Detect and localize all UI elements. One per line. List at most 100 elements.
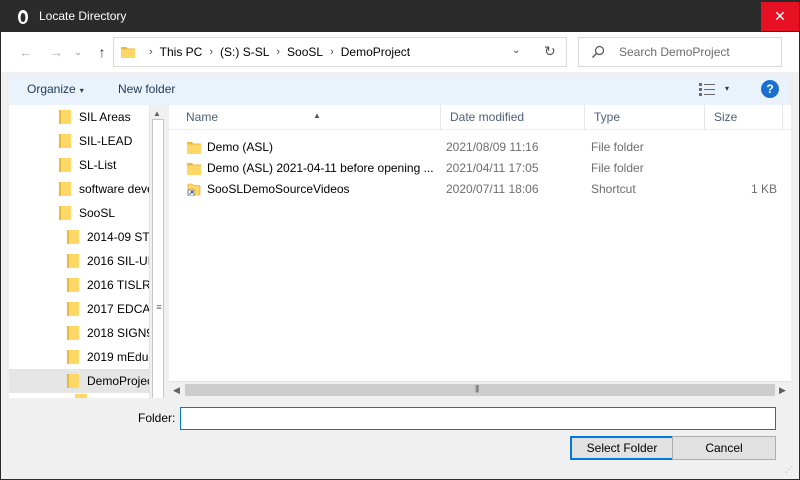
arrow-up-icon: ↑: [98, 44, 106, 60]
tree-item-demoproject[interactable]: DemoProjec: [9, 369, 153, 393]
tree-item-label: 2018 SIGN9: [87, 326, 154, 340]
recent-locations-button[interactable]: ⌄: [71, 42, 85, 62]
tree-item-2019-meduc[interactable]: 2019 mEduc: [67, 345, 154, 369]
file-row[interactable]: Demo (ASL) 2021/08/09 11:16 File folder: [169, 137, 791, 158]
tree-item-sil-lead[interactable]: SIL-LEAD: [59, 129, 149, 153]
view-options-icon[interactable]: [699, 83, 715, 96]
tree-item-label: DemoProjec: [87, 374, 154, 388]
tree-item-2016-sil-un[interactable]: 2016 SIL-UN: [67, 249, 156, 273]
app-icon: [18, 10, 28, 24]
back-button[interactable]: ←: [15, 42, 37, 62]
help-icon[interactable]: ?: [761, 80, 779, 98]
scroll-left-icon[interactable]: ◀: [173, 385, 180, 396]
command-toolbar: Organize ▾ New folder ▾ ?: [9, 75, 790, 105]
cancel-button[interactable]: Cancel: [672, 436, 776, 460]
organize-button[interactable]: Organize ▾: [27, 82, 84, 96]
address-bar[interactable]: › This PC › (S:) S-SL › SooSL › DemoProj…: [113, 37, 567, 67]
file-name: Demo (ASL) 2021-04-11 before opening ...: [207, 161, 434, 175]
arrow-right-icon: →: [49, 44, 63, 60]
tree-item-sil-areas[interactable]: SIL Areas: [59, 105, 149, 129]
scroll-right-icon[interactable]: ▶: [779, 385, 786, 396]
column-header-row: Name ▲ Date modified Type Size: [169, 105, 791, 130]
folder-input[interactable]: [180, 407, 776, 430]
new-folder-button[interactable]: New folder: [118, 82, 175, 96]
scroll-up-icon[interactable]: ▲: [153, 109, 161, 118]
tree-item-label: 2014-09 STA: [87, 230, 157, 244]
folder-icon: [59, 158, 71, 172]
column-header-name[interactable]: Name ▲: [177, 105, 441, 130]
file-type: File folder: [591, 140, 644, 154]
scrollbar-thumb[interactable]: ≡: [152, 119, 164, 398]
file-row[interactable]: SooSLDemoSourceVideos 2020/07/11 18:06 S…: [169, 179, 791, 200]
scrollbar-thumb[interactable]: [185, 384, 775, 396]
select-folder-button[interactable]: Select Folder: [570, 436, 674, 460]
breadcrumb-separator-icon: ›: [149, 46, 153, 58]
file-date: 2020/07/11 18:06: [446, 182, 539, 196]
chevron-down-icon[interactable]: ▾: [725, 84, 729, 93]
organize-label: Organize: [27, 82, 76, 96]
tree-item-software-dev[interactable]: software deve: [59, 177, 154, 201]
folder-icon: [67, 254, 79, 268]
close-icon: ✕: [774, 8, 786, 24]
folder-icon: [59, 134, 71, 148]
tree-item-2017-edcae[interactable]: 2017 EDCAE: [67, 297, 158, 321]
folder-icon: [187, 141, 201, 154]
scrollbar-grip-icon: ≡: [156, 302, 162, 312]
folder-icon: [121, 47, 135, 58]
file-row[interactable]: Demo (ASL) 2021-04-11 before opening ...…: [169, 158, 791, 179]
tree-vertical-scrollbar[interactable]: ▲ ≡: [149, 105, 165, 398]
resize-grip-icon[interactable]: ⋰: [785, 465, 797, 477]
column-header-size[interactable]: Size: [705, 105, 783, 130]
chevron-down-icon: ▾: [79, 86, 84, 95]
breadcrumb-separator-icon[interactable]: ›: [276, 46, 280, 58]
file-date: 2021/08/09 11:16: [446, 140, 539, 154]
search-box[interactable]: [578, 37, 782, 67]
navigation-pane[interactable]: SIL Areas SIL-LEAD SL-List software deve…: [9, 105, 165, 398]
file-size: 1 KB: [750, 182, 777, 196]
file-date: 2021/04/11 17:05: [446, 161, 539, 175]
file-name: SooSLDemoSourceVideos: [207, 182, 350, 196]
tree-item-label: 2019 mEduc: [87, 350, 155, 364]
title-bar: Locate Directory ✕: [1, 1, 799, 32]
locate-directory-dialog: Locate Directory ✕ ← → ⌄ ↑ › This PC › (…: [0, 0, 800, 480]
folder-label: Folder:: [138, 411, 176, 425]
tree-item-label: SIL Areas: [79, 110, 131, 124]
tree-item-label: SooSL: [79, 206, 116, 220]
folder-icon: [59, 110, 71, 124]
navigation-bar: ← → ⌄ ↑ › This PC › (S:) S-SL › SooSL ›: [1, 32, 799, 72]
window-title: Locate Directory: [39, 9, 127, 23]
file-list-horizontal-scrollbar[interactable]: ◀ ||| ▶: [169, 381, 791, 398]
breadcrumb-drive-s[interactable]: (S:) S-SL: [220, 45, 269, 59]
close-button[interactable]: ✕: [761, 2, 799, 31]
folder-icon: [67, 350, 79, 364]
tree-item-2018-sign9[interactable]: 2018 SIGN9: [67, 321, 153, 345]
search-icon: [592, 45, 605, 58]
chevron-down-icon: ⌄: [74, 46, 82, 57]
tree-item-2014-09[interactable]: 2014-09 STA: [67, 225, 157, 249]
search-input[interactable]: [619, 44, 777, 60]
breadcrumb-this-pc[interactable]: This PC: [160, 45, 203, 59]
folder-icon: [59, 206, 71, 220]
tree-item-soosl[interactable]: SooSL: [59, 201, 149, 225]
file-list-pane[interactable]: Name ▲ Date modified Type Size Demo (ASL…: [169, 105, 791, 398]
folder-icon: [67, 374, 79, 388]
breadcrumb-separator-icon[interactable]: ›: [209, 46, 213, 58]
refresh-icon[interactable]: ↻: [544, 43, 556, 60]
address-dropdown-icon[interactable]: ⌄: [512, 45, 520, 56]
file-name-cell: Demo (ASL): [187, 140, 439, 154]
folder-icon: [67, 278, 79, 292]
folder-icon: [67, 326, 79, 340]
breadcrumb: › This PC › (S:) S-SL › SooSL › DemoProj…: [142, 45, 410, 59]
tree-item-label: 2016 SIL-UN: [87, 254, 157, 268]
folder-icon: [67, 230, 79, 244]
column-header-type[interactable]: Type: [585, 105, 705, 130]
breadcrumb-separator-icon[interactable]: ›: [330, 46, 334, 58]
up-button[interactable]: ↑: [91, 42, 113, 62]
breadcrumb-demoproject[interactable]: DemoProject: [341, 45, 410, 59]
tree-item-label: SIL-LEAD: [79, 134, 133, 148]
tree-item-sl-list[interactable]: SL-List: [59, 153, 149, 177]
tree-item-2016-tislr[interactable]: 2016 TISLR p: [67, 273, 161, 297]
breadcrumb-soosl[interactable]: SooSL: [287, 45, 323, 59]
forward-button[interactable]: →: [45, 42, 67, 62]
column-header-date-modified[interactable]: Date modified: [441, 105, 585, 130]
